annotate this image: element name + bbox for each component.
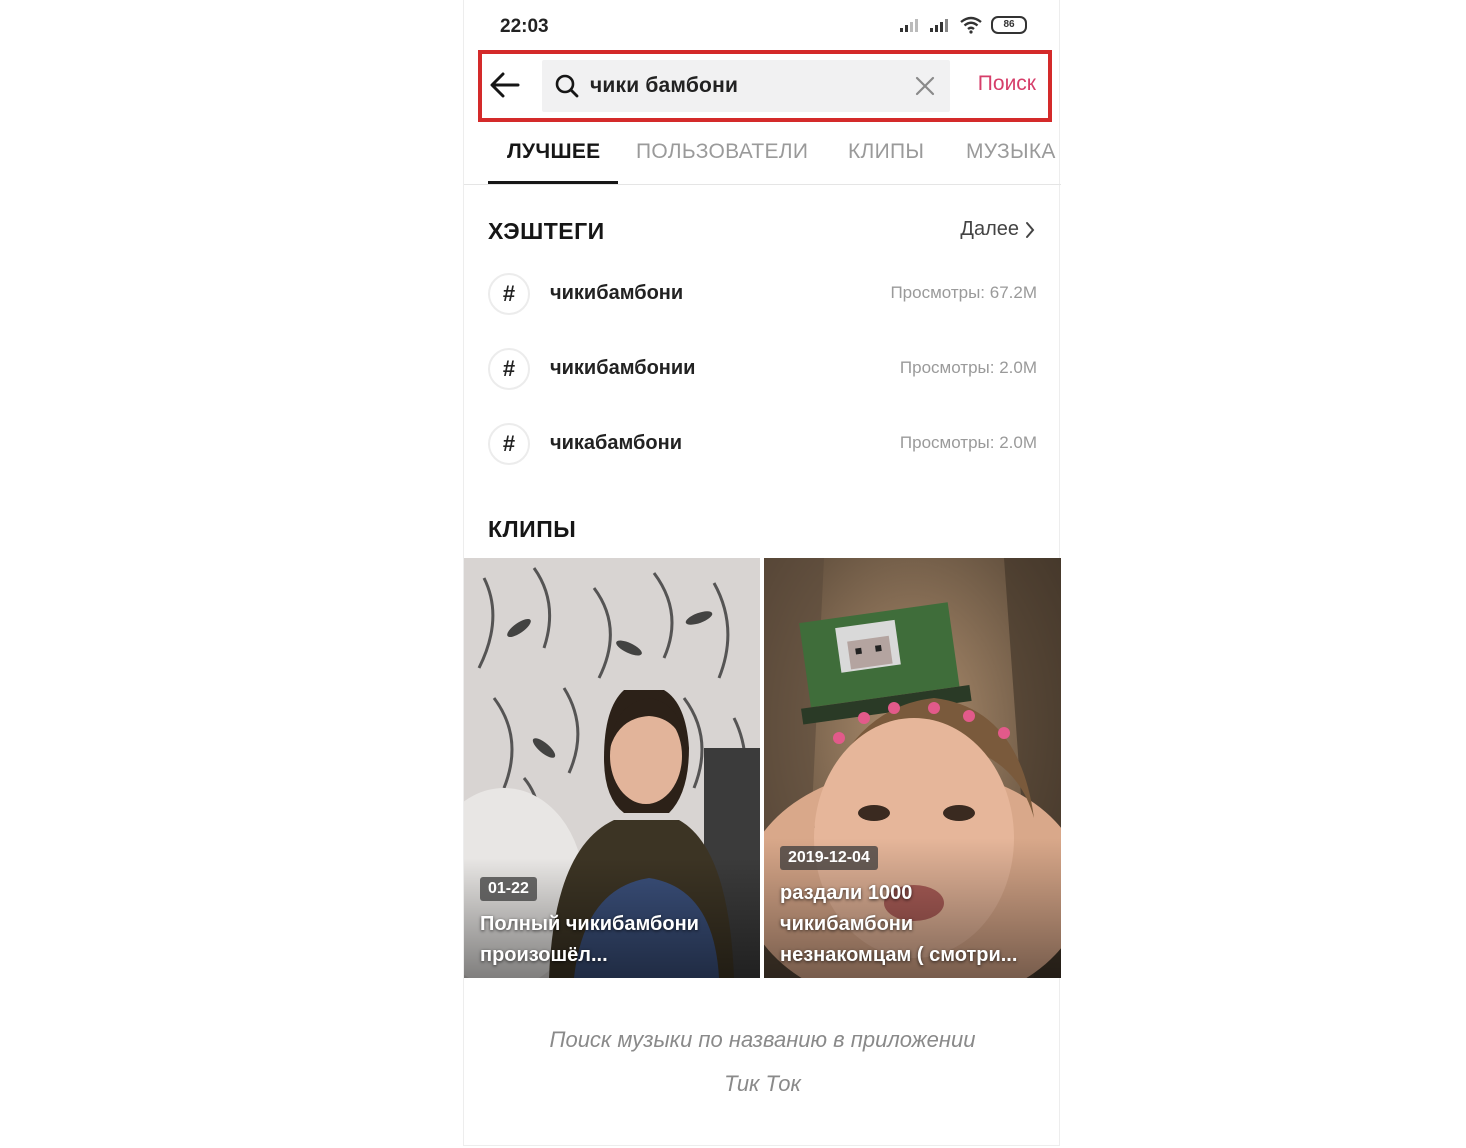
hashtag-icon: # — [488, 348, 530, 390]
status-icons: 86 — [899, 16, 1027, 34]
active-tab-indicator — [488, 181, 618, 184]
clip-caption-line: произошёл... — [480, 944, 608, 966]
clear-icon[interactable] — [914, 75, 936, 97]
clip-date: 01-22 — [480, 877, 537, 901]
hashtag-icon: # — [488, 423, 530, 465]
hashtag-views: Просмотры: 67.2M — [890, 283, 1037, 302]
figure-caption-line: Тик Ток — [724, 1071, 801, 1096]
back-arrow-icon[interactable] — [488, 68, 522, 102]
hashtag-row[interactable]: # чикибамбонии Просмотры: 2.0M — [488, 348, 1037, 394]
hashtag-name: чикибамбонии — [550, 357, 696, 379]
battery-icon: 86 — [991, 16, 1027, 34]
clip-caption-line: Полный чикибамбони — [480, 913, 699, 935]
status-time: 22:03 — [500, 16, 549, 37]
clip-caption-line: чикибамбони — [780, 913, 914, 935]
hashtag-views: Просмотры: 2.0M — [899, 433, 1037, 452]
search-icon — [555, 74, 579, 98]
clips-section-title: КЛИПЫ — [488, 516, 577, 542]
hashtag-row[interactable]: # чикабамбони Просмотры: 2.0M — [488, 423, 1037, 469]
hashtag-icon: # — [488, 273, 530, 315]
clip-date: 2019-12-04 — [780, 846, 878, 870]
tab-clips[interactable]: КЛИПЫ — [848, 140, 924, 164]
tab-bar: ЛУЧШЕЕ ПОЛЬЗОВАТЕЛИ КЛИПЫ МУЗЫКА — [464, 126, 1061, 185]
tab-music[interactable]: МУЗЫКА — [966, 140, 1056, 164]
clip-caption: Полный чикибамбони произошёл... — [480, 909, 746, 971]
tab-users[interactable]: ПОЛЬЗОВАТЕЛИ — [636, 140, 808, 164]
hashtags-more-link[interactable]: Далее — [960, 218, 1035, 241]
clips-grid: 01-22 Полный чикибамбони произошёл... 20… — [464, 558, 1061, 978]
signal-icon — [900, 19, 918, 32]
clip-thumbnail[interactable]: 2019-12-04 раздали 1000 чикибамбони незн… — [764, 558, 1061, 978]
tab-best[interactable]: ЛУЧШЕЕ — [507, 140, 600, 164]
hashtag-row[interactable]: # чикибамбони Просмотры: 67.2M — [488, 273, 1037, 319]
clip-caption: раздали 1000 чикибамбони незнакомцам ( с… — [780, 878, 1047, 971]
wifi-icon — [960, 16, 982, 34]
phone-screen: 22:03 86 чики бамбони Поиск ЛУЧШЕЕ ПОЛЬЗ… — [463, 0, 1061, 1146]
figure-caption-line: Поиск музыки по названию в приложении — [549, 1027, 976, 1052]
search-bar: чики бамбони Поиск — [478, 50, 1052, 122]
search-query-text: чики бамбони — [590, 74, 739, 97]
clip-caption-line: раздали 1000 — [780, 882, 913, 904]
more-link-label: Далее — [960, 218, 1019, 240]
hashtags-section-title: ХЭШТЕГИ — [488, 218, 605, 244]
hashtag-name: чикабамбони — [550, 432, 682, 454]
clip-caption-line: незнакомцам ( смотри... — [780, 944, 1018, 966]
signal-icon-2 — [930, 19, 948, 32]
hashtag-name: чикибамбони — [550, 282, 684, 304]
search-button[interactable]: Поиск — [978, 72, 1036, 96]
chevron-right-icon — [1026, 221, 1035, 238]
figure-caption: Поиск музыки по названию в приложении Ти… — [464, 1018, 1061, 1106]
status-bar: 22:03 86 — [464, 0, 1061, 50]
search-input[interactable]: чики бамбони — [542, 60, 950, 112]
clip-thumbnail[interactable]: 01-22 Полный чикибамбони произошёл... — [464, 558, 760, 978]
hashtag-views: Просмотры: 2.0M — [899, 358, 1037, 377]
